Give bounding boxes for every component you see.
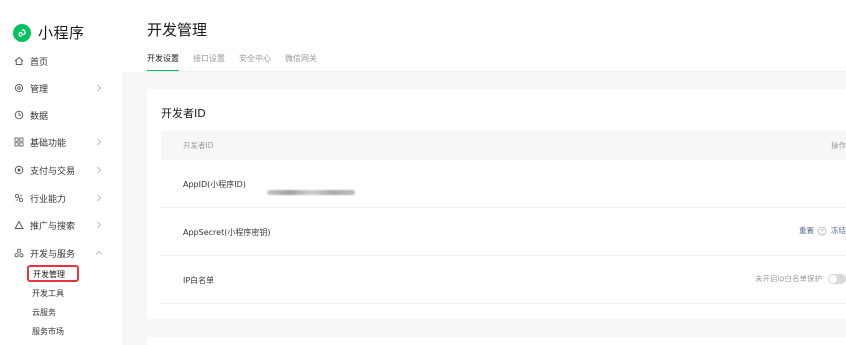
dev-service-icon [13,247,25,259]
chevron-right-icon [94,137,104,147]
sidebar-item-label: 支付与交易 [30,166,76,177]
table-header: 开发者ID 操作 [161,131,846,160]
grid-icon [13,136,25,148]
sidebar-item-payment[interactable]: 支付与交易 [13,160,109,180]
sidebar-subitem-dev-management[interactable]: 开发管理 [27,265,79,282]
sidebar: 小程序 首页 管理 数据 基础功能 支付与交易 行业能力 推广与搜索 开发与服务… [0,0,122,345]
divider [147,71,846,72]
chevron-up-icon [94,248,104,258]
table-row-appid: AppID(小程序ID) [161,160,846,208]
tab-api-settings[interactable]: 接口设置 [193,53,225,72]
table-row-ip-whitelist: IP白名单 未开启ip白名单保护 [161,256,846,304]
sidebar-item-dev-services[interactable]: 开发与服务 [13,243,109,263]
sidebar-item-label: 基础功能 [30,138,67,149]
developer-id-card: 开发者ID 开发者ID 操作 AppID(小程序ID) AppSecret(小程… [147,89,846,319]
ip-whitelist-status: 未开启ip白名单保护 [755,274,822,283]
sidebar-item-label: 推广与搜索 [30,221,76,232]
sidebar-item-label: 行业能力 [30,194,67,205]
tab-dev-settings[interactable]: 开发设置 [147,53,179,72]
sidebar-subitem-service-market[interactable]: 服务市场 [32,325,64,339]
clock-chart-icon [13,109,25,121]
mini-program-logo-icon [13,23,31,42]
sidebar-item-promotion[interactable]: 推广与搜索 [13,215,109,235]
brand[interactable]: 小程序 [13,22,85,43]
column-header-developer-id: 开发者ID [183,141,214,150]
tab-security-center[interactable]: 安全中心 [239,53,271,72]
ip-whitelist-toggle[interactable] [828,273,846,284]
row-label: IP白名单 [183,276,215,285]
industry-icon [13,192,25,204]
card-title: 开发者ID [161,107,206,120]
page-title: 开发管理 [147,21,208,39]
sidebar-item-data[interactable]: 数据 [13,105,109,125]
row-actions: 重置 冻结 [799,225,846,236]
row-label: AppSecret(小程序密钥) [183,228,271,237]
row-actions: 未开启ip白名单保护 [755,273,846,284]
toggle-knob [829,274,837,283]
target-icon [13,164,25,176]
next-card [147,337,846,345]
column-header-actions: 操作 [831,141,846,150]
promote-icon [13,219,25,231]
chevron-right-icon [94,165,104,175]
sidebar-item-label: 首页 [30,57,49,68]
table-row-appsecret: AppSecret(小程序密钥) 重置 冻结 [161,208,846,256]
sidebar-item-basic-features[interactable]: 基础功能 [13,132,109,152]
sidebar-item-label: 管理 [30,84,49,95]
sidebar-item-label: 开发与服务 [30,249,76,260]
main-content: 开发管理 开发设置 接口设置 安全中心 微信网关 开发者ID 开发者ID 操作 … [122,0,846,345]
sidebar-item-manage[interactable]: 管理 [13,78,109,98]
chevron-right-icon [94,83,104,93]
sidebar-subitem-dev-tools[interactable]: 开发工具 [32,287,64,301]
sidebar-item-label: 数据 [30,111,49,122]
help-circle-icon[interactable] [817,226,827,236]
home-icon [13,55,25,67]
page-header: 开发管理 开发设置 接口设置 安全中心 微信网关 [122,0,846,72]
sidebar-item-industry[interactable]: 行业能力 [13,188,109,208]
app-name: 小程序 [38,24,85,42]
chevron-right-icon [94,193,104,203]
tab-wechat-gateway[interactable]: 微信网关 [285,53,317,72]
appid-value-blurred [267,180,355,195]
sidebar-item-home[interactable]: 首页 [13,51,109,71]
freeze-button[interactable]: 冻结 [831,225,846,236]
tab-bar: 开发设置 接口设置 安全中心 微信网关 [147,53,331,72]
reset-button[interactable]: 重置 [799,225,814,236]
settings-gear-icon [13,82,25,94]
chevron-right-icon [94,220,104,230]
sidebar-subitem-cloud-service[interactable]: 云服务 [32,306,56,320]
row-label: AppID(小程序ID) [183,180,246,189]
